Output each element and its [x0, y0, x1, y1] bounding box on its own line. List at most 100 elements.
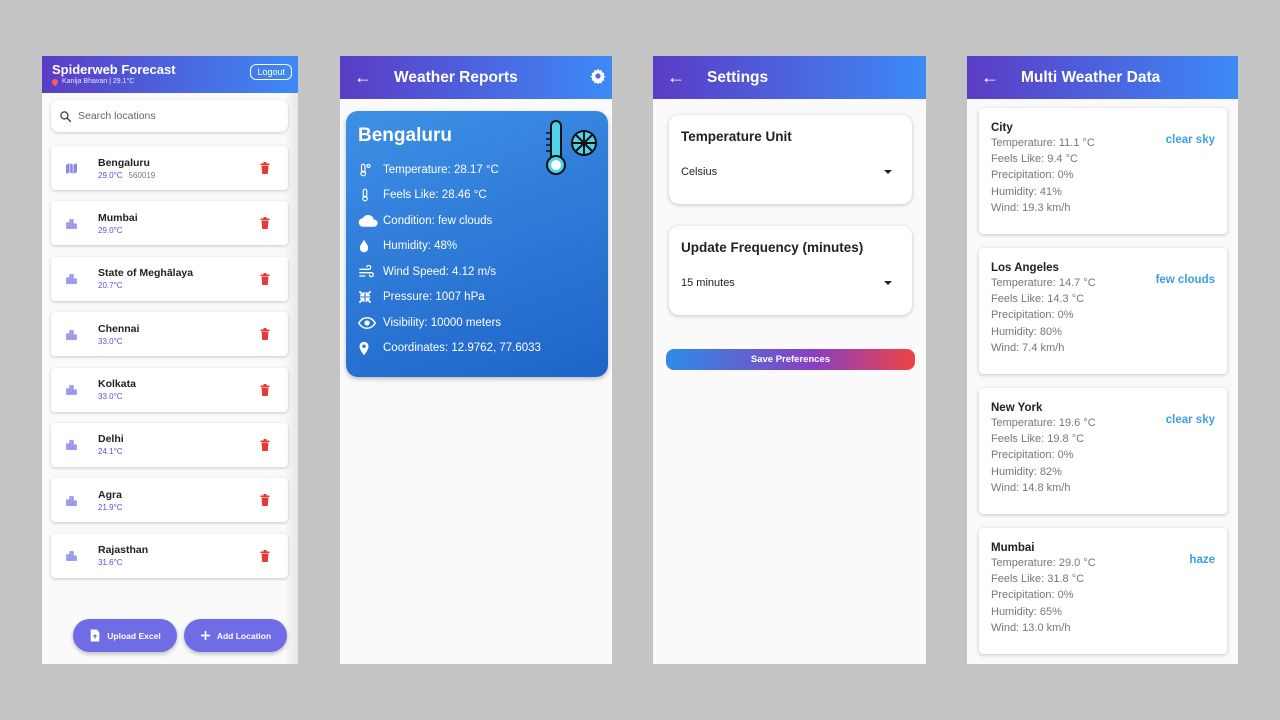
precipitation-text: Precipitation: 0%: [991, 169, 1074, 182]
thermometer-snowflake-icon: [544, 119, 600, 182]
city-icon: [64, 493, 78, 507]
condition-label: clear sky: [1165, 414, 1215, 426]
humidity-text: Humidity: 48%: [383, 240, 458, 253]
delete-icon[interactable]: [260, 493, 270, 511]
temperature-unit-value: Celsius: [681, 166, 718, 178]
city-icon: [64, 438, 78, 452]
locations-screen: Spiderweb Forecast Kanija Bhavan | 29.1°…: [42, 56, 298, 664]
upload-excel-button[interactable]: Upload Excel: [73, 619, 177, 652]
temperature-text: Temperature: 29.0 °C: [991, 557, 1096, 569]
list-item[interactable]: Mumbai 29.0°C: [51, 201, 288, 246]
weather-card: Mumbai Temperature: 29.0 °C Feels Like: …: [979, 528, 1227, 654]
feels-like-text: Feels Like: 14.3 °C: [991, 293, 1085, 306]
visibility-text: Visibility: 10000 meters: [383, 316, 502, 329]
search-icon: [60, 110, 72, 122]
weather-card: Los Angeles Temperature: 14.7 °C Feels L…: [979, 248, 1227, 374]
map-icon: [64, 161, 78, 175]
location-temp: 33.0°C: [98, 336, 123, 346]
back-arrow-icon[interactable]: ←: [354, 67, 376, 88]
location-temp: 21.9°C: [98, 502, 123, 512]
delete-icon[interactable]: [260, 161, 270, 179]
thermometer-icon: [358, 163, 378, 177]
detail-row: Feels Like: 28.46 °C: [358, 183, 596, 209]
location-temp: 29.0°C: [98, 170, 123, 180]
save-preferences-button[interactable]: Save Preferences: [666, 349, 915, 370]
list-item[interactable]: Chennai 33.0°C: [51, 312, 288, 357]
detail-row: Wind Speed: 4.12 m/s: [358, 259, 596, 285]
search-bar[interactable]: [51, 100, 288, 132]
location-temp: 31.6°C: [98, 558, 123, 568]
condition-label: clear sky: [1165, 134, 1215, 146]
location-name: Bengaluru: [98, 156, 150, 169]
eye-icon: [358, 316, 378, 329]
wind-text: Wind: 7.4 km/h: [991, 341, 1065, 354]
city-name: Mumbai: [991, 542, 1035, 554]
back-arrow-icon[interactable]: ←: [981, 67, 1003, 88]
location-name: State of Meghālaya: [98, 267, 194, 280]
chevron-down-icon: [884, 281, 892, 285]
current-location-text: Kanija Bhavan | 29.1°C: [62, 78, 135, 85]
back-arrow-icon[interactable]: ←: [667, 67, 689, 88]
page-title: Multi Weather Data: [1021, 68, 1161, 86]
weather-card: Bengaluru Temperature: 28.17 °C Feels Li…: [346, 111, 608, 377]
pressure-text: Pressure: 1007 hPa: [383, 291, 485, 304]
logout-button[interactable]: Logout: [250, 64, 292, 80]
location-temp: 29.0°C: [98, 225, 123, 235]
update-frequency-title: Update Frequency (minutes): [681, 240, 864, 255]
app-bar: Spiderweb Forecast Kanija Bhavan | 29.1°…: [42, 56, 298, 93]
weather-card: New York Temperature: 19.6 °C Feels Like…: [979, 388, 1227, 514]
feels-like-text: Feels Like: 9.4 °C: [991, 153, 1078, 166]
scroll-shadow: [284, 93, 298, 664]
weather-card: City Temperature: 11.1 °C Feels Like: 9.…: [979, 108, 1227, 234]
list-item[interactable]: Agra 21.9°C: [51, 478, 288, 523]
list-item[interactable]: Delhi 24.1°C: [51, 422, 288, 467]
detail-row: Humidity: 48%: [358, 234, 596, 260]
condition-text: Condition: few clouds: [383, 214, 493, 227]
weather-report-screen: ← Weather Reports Bengaluru Temperature:…: [340, 56, 612, 664]
location-pincode: 560019: [128, 170, 156, 180]
delete-icon[interactable]: [260, 327, 270, 345]
search-input[interactable]: [78, 110, 258, 122]
app-bar: ← Settings: [653, 56, 926, 99]
app-bar: ← Weather Reports: [340, 56, 612, 99]
delete-icon[interactable]: [260, 272, 270, 290]
list-item[interactable]: Rajasthan 31.6°C: [51, 533, 288, 578]
delete-icon[interactable]: [260, 549, 270, 567]
city-icon: [64, 327, 78, 341]
detail-row: Condition: few clouds: [358, 208, 596, 234]
city-icon: [64, 272, 78, 286]
wind-text: Wind Speed: 4.12 m/s: [383, 265, 497, 278]
list-item[interactable]: Kolkata 33.0°C: [51, 367, 288, 412]
upload-file-icon: [90, 629, 100, 642]
feels-like-icon: [358, 188, 378, 202]
add-location-button[interactable]: Add Location: [184, 619, 287, 652]
delete-icon[interactable]: [260, 216, 270, 234]
feels-like-text: Feels Like: 31.8 °C: [991, 573, 1085, 586]
update-frequency-value: 15 minutes: [681, 277, 735, 289]
city-icon: [64, 383, 78, 397]
location-name: Kolkata: [98, 378, 136, 391]
location-temp: 33.0°C: [98, 392, 123, 402]
precipitation-text: Precipitation: 0%: [991, 309, 1074, 322]
location-name: Delhi: [98, 433, 124, 446]
city-icon: [64, 549, 78, 563]
precipitation-text: Precipitation: 0%: [991, 449, 1074, 462]
feels-like-text: Feels Like: 19.8 °C: [991, 433, 1085, 446]
temperature-unit-card: Temperature Unit Celsius: [669, 115, 912, 204]
wind-text: Wind: 19.3 km/h: [991, 201, 1071, 214]
location-name: Rajasthan: [98, 544, 149, 557]
list-item[interactable]: State of Meghālaya 20.7°C: [51, 256, 288, 301]
precipitation-text: Precipitation: 0%: [991, 589, 1074, 602]
city-name: Los Angeles: [991, 262, 1059, 274]
humidity-text: Humidity: 82%: [991, 465, 1062, 478]
update-frequency-select[interactable]: 15 minutes: [681, 277, 900, 289]
gear-icon[interactable]: [590, 68, 606, 89]
delete-icon[interactable]: [260, 438, 270, 456]
coordinates-text: Coordinates: 12.9762, 77.6033: [383, 342, 541, 355]
list-item[interactable]: Bengaluru 29.0°C 560019: [51, 146, 288, 190]
temperature-unit-select[interactable]: Celsius: [681, 166, 900, 178]
page-title: Weather Reports: [394, 68, 518, 86]
delete-icon[interactable]: [260, 383, 270, 401]
update-frequency-card: Update Frequency (minutes) 15 minutes: [669, 226, 912, 315]
app-bar: ← Multi Weather Data: [967, 56, 1238, 99]
